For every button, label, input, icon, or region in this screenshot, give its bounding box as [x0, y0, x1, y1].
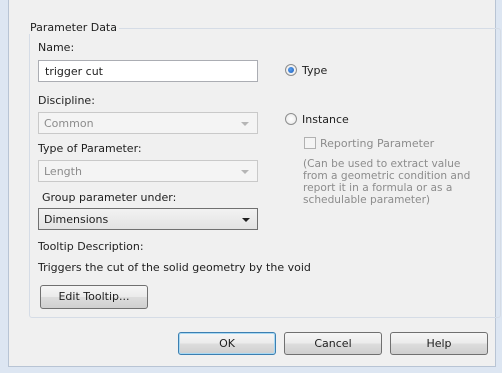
- cancel-button[interactable]: Cancel: [284, 332, 382, 355]
- type-of-parameter-label: Type of Parameter:: [38, 142, 142, 155]
- type-of-parameter-value: Length: [44, 165, 82, 178]
- group-under-label: Group parameter under:: [42, 191, 177, 204]
- chevron-down-icon: [242, 218, 250, 222]
- reporting-parameter-checkbox[interactable]: [304, 137, 316, 149]
- name-input[interactable]: trigger cut: [38, 60, 258, 82]
- discipline-dropdown[interactable]: Common: [38, 112, 258, 134]
- type-of-parameter-dropdown[interactable]: Length: [38, 160, 258, 182]
- chevron-down-icon: [241, 170, 249, 174]
- instance-radio[interactable]: [285, 113, 297, 125]
- instance-radio-label[interactable]: Instance: [302, 113, 349, 126]
- edit-tooltip-button[interactable]: Edit Tooltip...: [40, 285, 148, 309]
- type-radio[interactable]: [285, 64, 297, 76]
- tooltip-description-label: Tooltip Description:: [38, 240, 144, 253]
- name-label: Name:: [38, 41, 75, 54]
- group-under-value: Dimensions: [44, 213, 109, 226]
- chevron-down-icon: [241, 122, 249, 126]
- type-radio-label[interactable]: Type: [302, 64, 327, 77]
- group-under-dropdown[interactable]: Dimensions: [38, 208, 258, 230]
- tooltip-description-text: Triggers the cut of the solid geometry b…: [38, 261, 311, 274]
- help-button[interactable]: Help: [390, 332, 488, 355]
- discipline-label: Discipline:: [38, 94, 95, 107]
- reporting-parameter-label: Reporting Parameter: [320, 137, 435, 150]
- discipline-value: Common: [44, 117, 94, 130]
- radio-selected-dot-icon: [288, 67, 294, 73]
- group-title: Parameter Data: [28, 21, 119, 34]
- reporting-parameter-note: (Can be used to extract value from a geo…: [303, 158, 471, 206]
- ok-button[interactable]: OK: [178, 332, 276, 355]
